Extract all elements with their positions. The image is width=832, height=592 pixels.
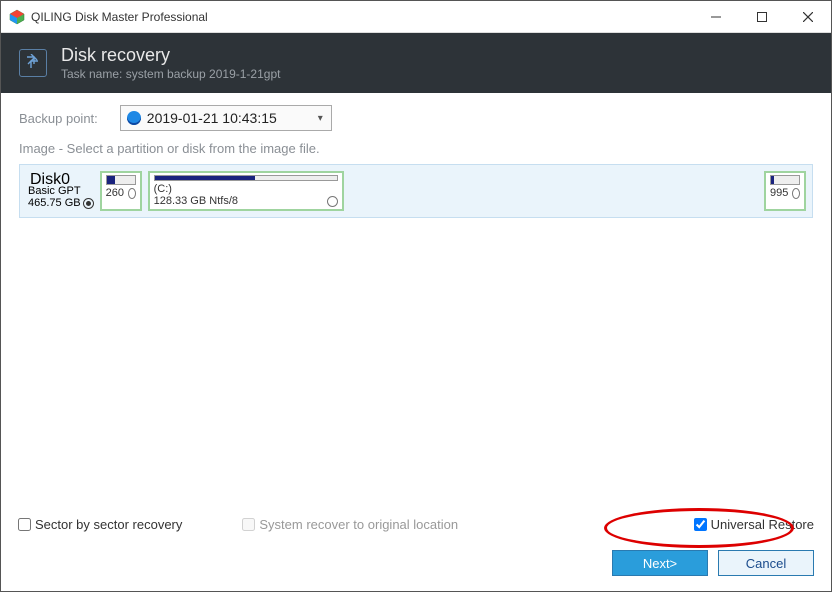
system-recover-original-input bbox=[242, 518, 255, 531]
instruction-text: Image - Select a partition or disk from … bbox=[19, 141, 813, 156]
universal-restore-input[interactable] bbox=[694, 518, 707, 531]
disk-panel: Disk0 Basic GPT 465.75 GB 260 (C:) 128.3… bbox=[19, 164, 813, 218]
disk-recovery-icon bbox=[19, 49, 47, 77]
partition-2-size: 995 bbox=[770, 187, 788, 199]
partition-2[interactable]: 995 bbox=[764, 171, 806, 211]
next-button[interactable]: Next> bbox=[612, 550, 708, 576]
system-recover-original-checkbox: System recover to original location bbox=[242, 517, 458, 532]
page-subtitle: Task name: system backup 2019-1-21gpt bbox=[61, 67, 280, 81]
sector-by-sector-input[interactable] bbox=[18, 518, 31, 531]
close-button[interactable] bbox=[785, 1, 831, 32]
sector-by-sector-checkbox[interactable]: Sector by sector recovery bbox=[18, 517, 182, 532]
backup-point-label: Backup point: bbox=[19, 111, 98, 126]
minimize-button[interactable] bbox=[693, 1, 739, 32]
disk-icon bbox=[127, 111, 141, 125]
backup-point-row: Backup point: 2019-01-21 10:43:15 ▾ bbox=[19, 105, 813, 131]
partition-1[interactable]: (C:) 128.33 GB Ntfs/8 bbox=[148, 171, 344, 211]
partition-1-size: 128.33 GB Ntfs/8 bbox=[154, 195, 238, 207]
sector-by-sector-label: Sector by sector recovery bbox=[35, 517, 182, 532]
cancel-button[interactable]: Cancel bbox=[718, 550, 814, 576]
partition-1-radio[interactable] bbox=[327, 196, 338, 207]
app-icon bbox=[9, 9, 25, 25]
action-buttons: Next> Cancel bbox=[612, 550, 814, 576]
chevron-down-icon: ▾ bbox=[314, 113, 327, 124]
partition-0[interactable]: 260 bbox=[100, 171, 142, 211]
maximize-button[interactable] bbox=[739, 1, 785, 32]
universal-restore-label: Universal Restore bbox=[711, 517, 814, 532]
backup-point-select[interactable]: 2019-01-21 10:43:15 ▾ bbox=[120, 105, 332, 131]
system-recover-original-label: System recover to original location bbox=[259, 517, 458, 532]
page-title: Disk recovery bbox=[61, 45, 280, 66]
window-title: QILING Disk Master Professional bbox=[31, 10, 693, 24]
partition-1-label: (C:) bbox=[154, 183, 338, 195]
disk-radio[interactable] bbox=[83, 198, 94, 209]
partition-0-size: 260 bbox=[106, 187, 124, 199]
window-controls bbox=[693, 1, 831, 32]
content-area: Backup point: 2019-01-21 10:43:15 ▾ Imag… bbox=[1, 93, 831, 218]
backup-point-value: 2019-01-21 10:43:15 bbox=[147, 110, 314, 126]
partition-2-radio[interactable] bbox=[792, 188, 800, 199]
partition-0-radio[interactable] bbox=[128, 188, 136, 199]
bottom-options: Sector by sector recovery System recover… bbox=[18, 517, 814, 532]
page-header: Disk recovery Task name: system backup 2… bbox=[1, 33, 831, 93]
titlebar: QILING Disk Master Professional bbox=[1, 1, 831, 33]
disk-type: Basic GPT bbox=[28, 185, 94, 197]
disk-size: 465.75 GB bbox=[28, 197, 81, 209]
universal-restore-checkbox[interactable]: Universal Restore bbox=[694, 517, 814, 532]
